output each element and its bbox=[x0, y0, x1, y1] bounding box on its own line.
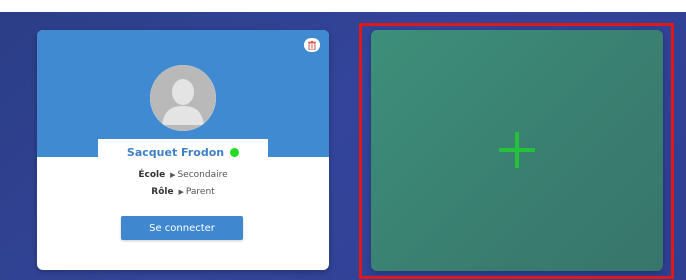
online-status-indicator bbox=[230, 147, 240, 157]
role-info: Rôle ▶ Parent bbox=[37, 187, 329, 197]
arrow-right-icon: ▶ bbox=[178, 188, 184, 196]
school-info: École ▶ Secondaire bbox=[37, 170, 329, 180]
account-selection-area: Sacquet Frodon École ▶ Secondaire Rôle ▶ P… bbox=[0, 12, 686, 280]
profile-card: Sacquet Frodon École ▶ Secondaire Rôle ▶ P… bbox=[37, 30, 329, 270]
user-name: Sacquet Frodon bbox=[126, 145, 225, 159]
highlight-frame bbox=[359, 23, 674, 279]
role-value: Parent bbox=[185, 187, 215, 197]
role-label: Rôle bbox=[151, 187, 174, 197]
trash-icon bbox=[308, 40, 316, 50]
user-silhouette-icon bbox=[150, 65, 216, 131]
remove-profile-button[interactable] bbox=[304, 38, 320, 52]
school-label: École bbox=[138, 170, 166, 180]
school-value: Secondaire bbox=[177, 170, 228, 180]
arrow-right-icon: ▶ bbox=[170, 171, 176, 179]
user-name-plate: Sacquet Frodon bbox=[98, 139, 268, 165]
avatar bbox=[150, 65, 216, 131]
connect-button[interactable]: Se connecter bbox=[121, 216, 243, 240]
